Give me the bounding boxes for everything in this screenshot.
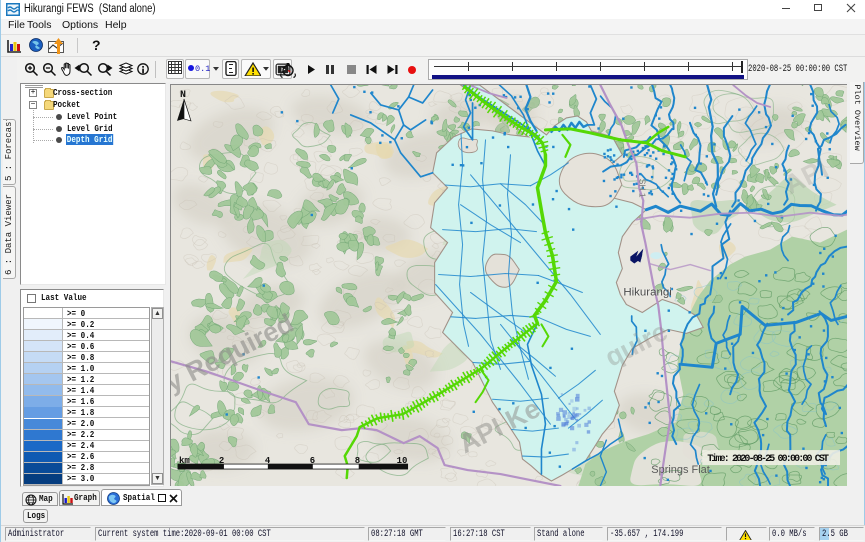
svg-text:Springs Flat: Springs Flat [651,464,710,476]
svg-text:SH 1: SH 1 [637,179,647,198]
svg-text:Hikurangi: Hikurangi [623,286,671,298]
svg-text:N: N [180,89,186,100]
svg-text:Time: 2020-08-25 00:00:00 CST: Time: 2020-08-25 00:00:00 CST [707,453,829,464]
